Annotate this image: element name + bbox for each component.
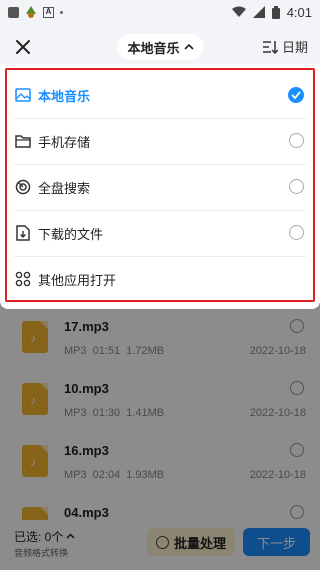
chevron-up-icon — [183, 43, 194, 50]
signal-icon — [252, 6, 265, 18]
menu-item-label: 手机存储 — [38, 134, 91, 150]
app-notification-icon — [25, 6, 37, 18]
image-folder-icon — [14, 86, 32, 104]
sort-icon — [262, 40, 278, 54]
menu-item-full-search[interactable]: 全盘搜索 — [14, 164, 306, 210]
wifi-icon — [231, 6, 246, 17]
source-selector[interactable]: 本地音乐 — [117, 34, 204, 60]
menu-item-downloads[interactable]: 下载的文件 — [14, 210, 306, 256]
download-file-icon — [14, 224, 32, 242]
radio-unselected[interactable] — [289, 179, 304, 194]
page-title: 本地音乐 — [127, 40, 180, 56]
a-notification-icon: A — [43, 6, 54, 18]
radio-unselected[interactable] — [289, 133, 304, 148]
sort-label: 日期 — [281, 40, 308, 55]
apps-grid-icon — [14, 270, 32, 288]
checkmark-icon — [288, 87, 304, 103]
battery-icon — [271, 5, 280, 19]
folder-icon — [14, 132, 32, 150]
close-icon — [16, 40, 30, 54]
menu-item-phone-storage[interactable]: 手机存储 — [14, 118, 306, 164]
menu-item-other-apps[interactable]: 其他应用打开 — [14, 256, 306, 302]
notification-square-icon — [8, 6, 19, 18]
more-notifications-icon — [60, 10, 63, 14]
menu-item-label: 下载的文件 — [38, 226, 104, 242]
source-dropdown-menu: 本地音乐 手机存储 全盘搜索 下载的文件 其他应用打开 — [0, 64, 320, 309]
menu-item-label: 其他应用打开 — [38, 272, 117, 288]
menu-item-local-music[interactable]: 本地音乐 — [14, 72, 306, 118]
status-bar: A 4:01 — [0, 0, 320, 24]
sort-button[interactable]: 日期 — [262, 37, 308, 56]
radar-search-icon — [14, 178, 32, 196]
menu-item-label: 全盘搜索 — [38, 180, 91, 196]
clock: 4:01 — [286, 4, 312, 20]
close-button[interactable] — [12, 36, 34, 58]
radio-unselected[interactable] — [289, 225, 304, 240]
menu-item-label: 本地音乐 — [38, 88, 91, 104]
